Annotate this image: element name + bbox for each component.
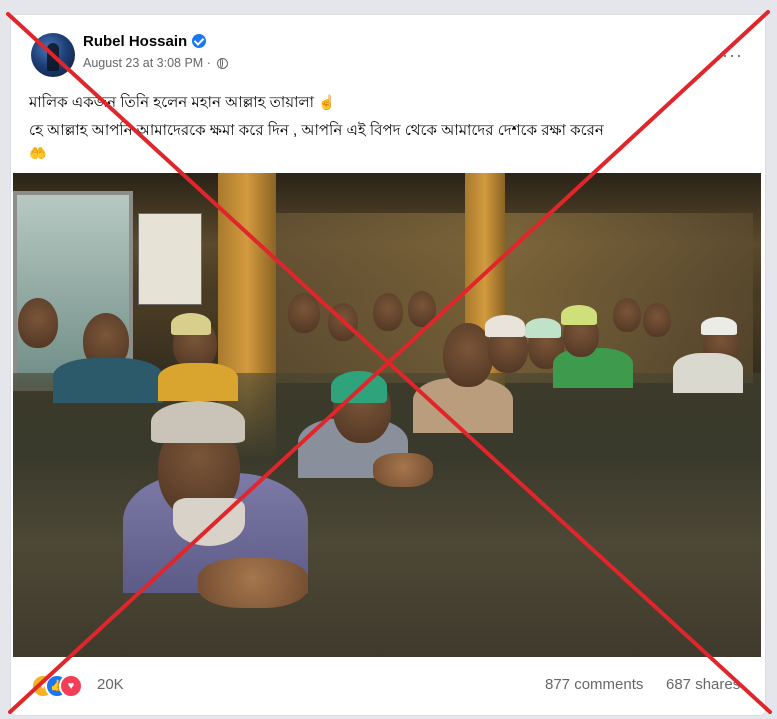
post-photo[interactable]	[13, 173, 761, 657]
photo-person-head	[373, 293, 403, 331]
verified-badge-icon	[192, 34, 207, 48]
photo-prayer-cap	[331, 371, 387, 403]
photo-person-head	[328, 303, 358, 341]
shares-count[interactable]: 687 shares	[666, 676, 740, 693]
photo-person-body	[158, 363, 238, 401]
praying-hands-emoji-icon: 🤲	[29, 145, 47, 161]
author-name-row[interactable]: Rubel Hossain	[83, 33, 207, 50]
post-text-line-1: মালিক একজন তিনি হলেন মহান আল্লাহ তায়ালা…	[29, 91, 336, 116]
photo-prayer-cap	[171, 313, 211, 335]
love-icon: ♥	[59, 674, 83, 698]
post-meta: August 23 at 3:08 PM ·	[83, 56, 229, 70]
photo-person-body	[673, 353, 743, 393]
photo-raised-hands	[198, 558, 308, 608]
post-timestamp[interactable]: August 23 at 3:08 PM	[83, 56, 203, 70]
photo-person-head	[613, 298, 641, 332]
photo-person-body	[553, 348, 633, 388]
photo-prayer-cap	[561, 305, 597, 325]
photo-prayer-cap	[525, 318, 561, 338]
author-name[interactable]: Rubel Hossain	[83, 33, 187, 50]
facebook-post-card: Rubel Hossain August 23 at 3:08 PM · ···…	[10, 14, 766, 716]
post-text-line-2: হে আল্লাহ আপনি আমাদেরকে ক্ষমা করে দিন , …	[29, 119, 604, 144]
globe-icon	[217, 58, 229, 69]
reaction-count[interactable]: 20K	[97, 676, 124, 693]
comments-count[interactable]: 877 comments	[545, 676, 643, 693]
photo-person-head	[288, 293, 320, 333]
photo-raised-hands	[373, 453, 433, 487]
point-up-emoji-icon: ☝	[318, 94, 336, 110]
post-line-2: হে আল্লাহ আপনি আমাদেরকে ক্ষমা করে দিন , …	[29, 122, 604, 139]
photo-prayer-cap	[151, 401, 245, 443]
photo-beard	[173, 498, 245, 546]
photo-notice-board	[138, 213, 202, 305]
more-options-button[interactable]: ···	[722, 45, 743, 66]
photo-person-head	[18, 298, 58, 348]
photo-person-head	[643, 303, 671, 337]
post-line-1: মালিক একজন তিনি হলেন মহান আল্লাহ তায়ালা	[29, 94, 314, 111]
photo-person-body	[53, 358, 163, 403]
meta-separator: ·	[206, 56, 211, 70]
photo-person-head	[408, 291, 436, 327]
reaction-icons[interactable]: ♥ 👍 ♥	[31, 674, 91, 698]
photo-prayer-cap	[701, 317, 737, 335]
post-text-line-3: 🤲	[29, 145, 46, 162]
author-avatar[interactable]	[31, 33, 75, 77]
photo-prayer-cap	[485, 315, 525, 337]
